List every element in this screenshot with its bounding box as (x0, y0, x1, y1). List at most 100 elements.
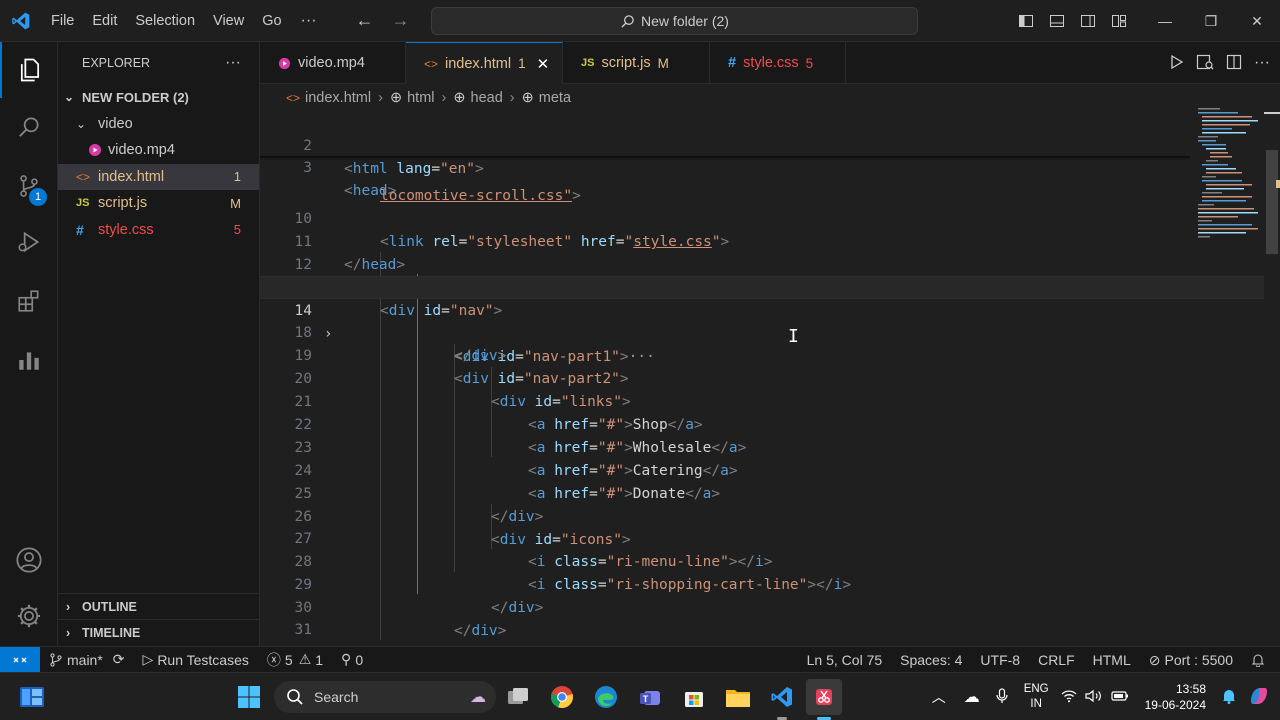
code-line[interactable]: 12 <body> (260, 231, 1264, 296)
timeline-section[interactable]: › TIMELINE (58, 619, 260, 645)
store-icon[interactable] (676, 679, 712, 715)
folder-root[interactable]: ⌄ NEW FOLDER (2) (58, 84, 259, 111)
outline-section[interactable]: › OUTLINE (58, 593, 260, 619)
edge-icon[interactable] (588, 679, 624, 715)
code-line[interactable]: 20 <div id="links"> (260, 345, 1264, 410)
file-video-mp4[interactable]: video.mp4 (58, 137, 259, 164)
current-line[interactable]: 14 › <div id="nav-part1">··· (260, 276, 1264, 365)
folder-video[interactable]: ⌄ video (58, 111, 259, 138)
settings-gear-icon[interactable] (0, 588, 58, 644)
file-script-js[interactable]: JS script.js M (58, 190, 259, 217)
run-icon[interactable] (1168, 54, 1184, 73)
breadcrumb-file[interactable]: index.html (305, 90, 371, 106)
code-line[interactable]: 13 <div id="nav"> (260, 254, 1264, 319)
split-editor-icon[interactable] (1226, 54, 1242, 73)
graph-icon[interactable] (0, 332, 58, 388)
menu-go[interactable]: Go (253, 0, 290, 42)
branch-indicator[interactable]: main* ⟳ (40, 651, 134, 668)
code-line[interactable]: 24 <a href="#">Donate</a> (260, 437, 1264, 502)
forward-arrow-icon[interactable]: → (383, 10, 419, 31)
extensions-icon[interactable] (0, 273, 58, 329)
breadcrumb-head[interactable]: head (471, 90, 503, 106)
code-line[interactable]: 28 <i class="ri-shopping-cart-line"></i> (260, 528, 1264, 593)
breadcrumb-html[interactable]: html (407, 90, 434, 106)
onedrive-cloud-icon[interactable]: ☁ (956, 687, 988, 707)
command-center[interactable]: New folder (2) (431, 7, 918, 35)
tab-video-mp4[interactable]: video.mp4 (260, 42, 406, 84)
wifi-icon[interactable] (1057, 689, 1081, 706)
code-line[interactable]: 25 </div> (260, 460, 1264, 525)
search-icon[interactable] (0, 99, 58, 155)
language-indicator[interactable]: ENG IN (1016, 682, 1057, 712)
system-clock[interactable]: 13:58 19-06-2024 (1135, 681, 1216, 713)
vscode-logo-icon[interactable] (0, 0, 42, 42)
back-arrow-icon[interactable]: ← (347, 10, 383, 31)
code-line[interactable]: 22 <a href="#">Wholesale</a> (260, 391, 1264, 456)
code-line[interactable]: 11 </head> (260, 208, 1264, 273)
code-line[interactable]: 29 </div> (260, 551, 1264, 616)
copilot-icon[interactable] (1242, 685, 1280, 710)
file-style-css[interactable]: # style.css 5 (58, 217, 259, 244)
file-explorer-icon[interactable] (720, 679, 756, 715)
problems-indicator[interactable]: ⓧ 5 ⚠ 1 (258, 650, 332, 670)
indentation[interactable]: Spaces: 4 (891, 652, 971, 668)
taskbar-search[interactable]: Search ☁ (274, 681, 496, 713)
source-control-icon[interactable]: 1 (0, 158, 58, 214)
code-line[interactable]: 19 <div id="nav-part2"> (260, 322, 1264, 387)
run-testcases-button[interactable]: ▷ Run Testcases (134, 651, 258, 668)
snipping-tool-icon[interactable] (806, 679, 842, 720)
open-preview-icon[interactable] (1196, 54, 1214, 73)
code-line[interactable]: 27 <i class="ri-menu-line"></i> (260, 505, 1264, 570)
widgets-icon[interactable] (14, 679, 50, 715)
menu-view[interactable]: View (204, 0, 253, 42)
toggle-secondary-sidebar-icon[interactable] (1072, 0, 1103, 42)
tab-script-js[interactable]: JS script.js M (563, 42, 710, 84)
language-mode[interactable]: HTML (1084, 652, 1140, 668)
code-line[interactable]: 30 </div> (260, 574, 1264, 639)
code-editor[interactable]: 2 <html lang="en"> 3 <head> locomotive-s… (260, 112, 1264, 646)
toggle-primary-sidebar-icon[interactable] (1010, 0, 1041, 42)
notification-bell-icon[interactable] (1216, 688, 1242, 707)
start-windows-icon[interactable] (231, 679, 267, 715)
code-line[interactable]: 10 <link rel="stylesheet" href="style.cs… (260, 185, 1264, 250)
explorer-icon[interactable] (0, 42, 58, 98)
menu-file[interactable]: File (42, 0, 83, 42)
chrome-icon[interactable] (544, 679, 580, 715)
tab-style-css[interactable]: # style.css 5 (710, 42, 846, 84)
cursor-position[interactable]: Ln 5, Col 75 (798, 652, 892, 668)
volume-icon[interactable] (1081, 689, 1107, 706)
code-line[interactable]: 23 <a href="#">Catering</a> (260, 414, 1264, 479)
minimize-icon[interactable]: — (1142, 0, 1188, 42)
microphone-icon[interactable] (988, 687, 1016, 707)
live-server-port[interactable]: ⊘ Port : 5500 (1140, 652, 1242, 669)
code-line[interactable]: 31 </div> (260, 596, 1264, 646)
menu-selection[interactable]: Selection (126, 0, 204, 42)
run-debug-icon[interactable] (0, 214, 58, 270)
editor-more-button[interactable]: ··· (1254, 54, 1270, 72)
vertical-scrollbar[interactable] (1264, 112, 1280, 646)
file-index-html[interactable]: <> index.html 1 (58, 163, 259, 190)
chevron-up-icon[interactable]: ︿ (922, 687, 956, 707)
explorer-more-button[interactable]: ··· (225, 54, 241, 72)
close-window-icon[interactable]: ✕ (1234, 0, 1280, 42)
vscode-taskbar-icon[interactable] (764, 679, 800, 720)
customize-layout-icon[interactable] (1103, 0, 1134, 42)
notifications-bell-icon[interactable] (1242, 653, 1274, 667)
scrollbar-thumb[interactable] (1266, 150, 1278, 254)
minimap[interactable] (1190, 106, 1264, 646)
encoding[interactable]: UTF-8 (971, 652, 1029, 668)
close-tab-icon[interactable]: ✕ (537, 55, 550, 73)
breadcrumb-meta[interactable]: meta (539, 90, 571, 106)
task-view-icon[interactable] (500, 679, 536, 715)
code-line[interactable]: locomotive-scroll.css"> (260, 162, 1264, 204)
battery-icon[interactable] (1107, 690, 1135, 705)
sticky-line[interactable]: 3 <head> (260, 134, 1264, 199)
code-line[interactable]: 32 <div id="cursor"></div> (260, 619, 1264, 646)
menu-more-button[interactable]: ··· (291, 12, 327, 30)
account-icon[interactable] (0, 532, 58, 588)
teams-icon[interactable]: T (632, 679, 668, 715)
code-line[interactable]: 26 <div id="icons"> (260, 483, 1264, 548)
sticky-line[interactable]: 2 <html lang="en"> (260, 112, 1264, 177)
ports-indicator[interactable]: ⚲ 0 (332, 651, 372, 668)
sync-icon[interactable]: ⟳ (113, 651, 125, 668)
